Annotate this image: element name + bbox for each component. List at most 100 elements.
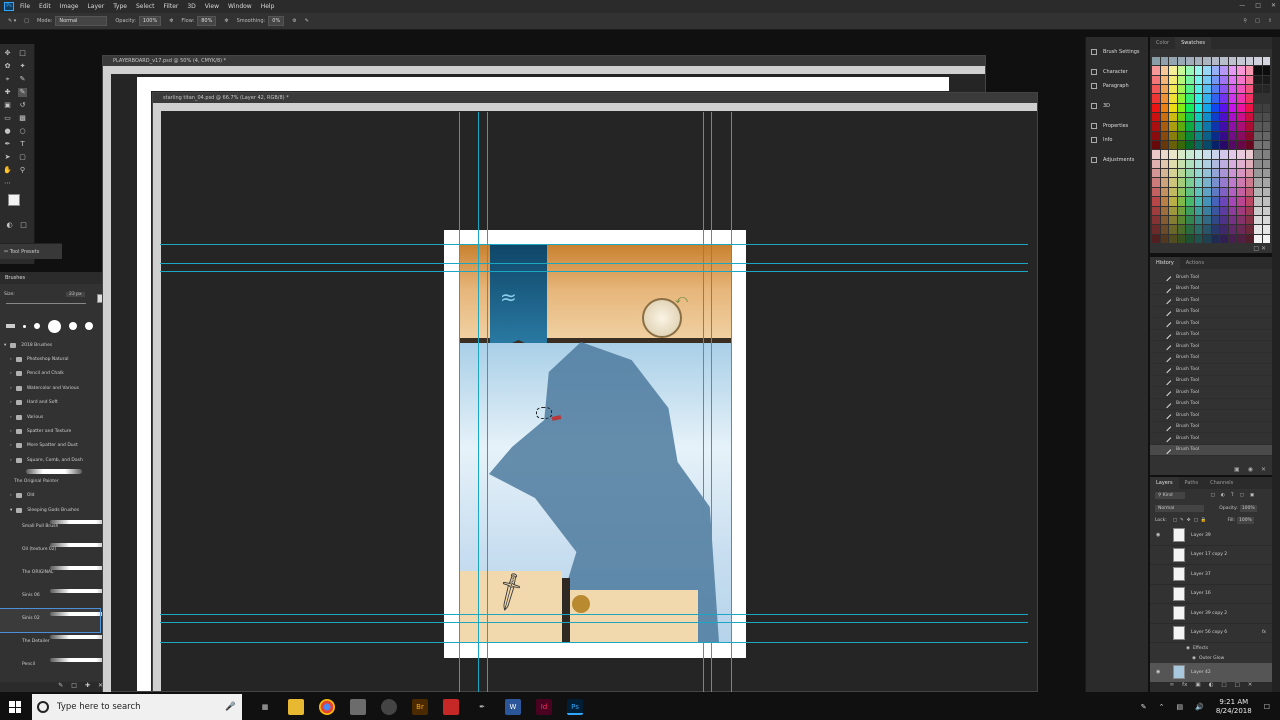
swatch-cell[interactable] — [1211, 178, 1219, 187]
swatch-cell[interactable] — [1160, 197, 1168, 206]
swatch-cell[interactable] — [1237, 187, 1245, 197]
menu-image[interactable]: Image — [60, 3, 79, 10]
swatch-cell[interactable] — [1211, 103, 1219, 113]
swatch-cell[interactable] — [1160, 122, 1168, 131]
swatch-cell[interactable] — [1169, 215, 1177, 225]
swatch-cell[interactable] — [1211, 75, 1219, 85]
swatch-cell[interactable] — [1203, 122, 1211, 131]
swatch-cell[interactable] — [1237, 66, 1245, 75]
swatch-cell[interactable] — [1237, 122, 1245, 131]
path-select-icon[interactable]: ➤ — [3, 153, 12, 162]
share-icon[interactable]: ⇧ — [1268, 18, 1272, 24]
menu-edit[interactable]: Edit — [39, 3, 51, 10]
swatch-cell[interactable] — [1194, 131, 1202, 141]
layer-row-active[interactable]: ◉ Layer 42 — [1150, 663, 1272, 683]
swatch-cell[interactable] — [1228, 113, 1236, 122]
swatch-cell[interactable] — [1186, 57, 1194, 66]
brush-item[interactable]: Small Pull Brush — [0, 517, 116, 540]
crop-tool-icon[interactable]: ⌖ — [3, 75, 12, 84]
menu-filter[interactable]: Filter — [164, 3, 179, 10]
swatch-cell[interactable] — [1237, 75, 1245, 85]
close-icon[interactable]: ✕ — [1271, 2, 1276, 9]
swatch-cell[interactable] — [1194, 187, 1202, 197]
swatch-cell[interactable] — [1152, 103, 1160, 113]
notifications-icon[interactable]: ☐ — [1264, 703, 1270, 711]
history-row[interactable]: Brush Tool — [1150, 433, 1272, 445]
swatch-cell[interactable] — [1262, 159, 1270, 169]
hand-tool-icon[interactable]: ✋ — [3, 166, 12, 175]
swatch-cell[interactable] — [1245, 159, 1253, 169]
swatch-cell[interactable] — [1194, 66, 1202, 75]
settings-gear-icon[interactable]: ⚙ — [292, 18, 296, 24]
swatch-cell[interactable] — [1245, 197, 1253, 206]
swatch-cell[interactable] — [1211, 85, 1219, 94]
new-group-icon[interactable]: □ — [1221, 682, 1226, 692]
swatch-cell[interactable] — [1228, 66, 1236, 75]
swatch-cell[interactable] — [1220, 122, 1228, 131]
swatch-cell[interactable] — [1228, 178, 1236, 187]
swatch-cell[interactable] — [1211, 197, 1219, 206]
swatch-cell[interactable] — [1160, 187, 1168, 197]
fill-input[interactable]: 100% — [1236, 517, 1254, 524]
swatch-cell[interactable] — [1254, 94, 1262, 103]
layer-row[interactable]: Layer 39 copy 2 — [1150, 604, 1272, 624]
network-icon[interactable]: ▤ — [1176, 703, 1183, 711]
swatch-cell[interactable] — [1152, 75, 1160, 85]
gradient-tool-icon[interactable]: ▩ — [18, 114, 27, 123]
swatch-cell[interactable] — [1245, 215, 1253, 225]
swatch-cell[interactable] — [1220, 66, 1228, 75]
layer-row[interactable]: Layer 56 copy 6 fx — [1150, 624, 1272, 643]
swatch-cell[interactable] — [1169, 169, 1177, 178]
swatch-cell[interactable] — [1194, 122, 1202, 131]
paragraph-panel-button[interactable]: Paragraph — [1086, 79, 1148, 93]
swatch-cell[interactable] — [1169, 197, 1177, 206]
swatch-cell[interactable] — [1186, 131, 1194, 141]
new-layer-icon[interactable]: □ — [1235, 682, 1240, 692]
marquee-tool-icon[interactable]: □ — [18, 49, 27, 58]
swatch-cell[interactable] — [1152, 215, 1160, 225]
add-style-icon[interactable]: fx — [1182, 682, 1187, 692]
swatch-cell[interactable] — [1262, 187, 1270, 197]
swatch-cell[interactable] — [1245, 57, 1253, 66]
brush-painter[interactable]: The Original Painter — [0, 468, 112, 489]
swatch-cell[interactable] — [1177, 57, 1185, 66]
taskbar-search-box[interactable]: Type here to search 🎤 — [32, 694, 242, 720]
swatch-cell[interactable] — [1203, 103, 1211, 113]
swatch-cell[interactable] — [1186, 215, 1194, 225]
blend-mode-select[interactable]: Normal — [1155, 505, 1205, 512]
swatch-cell[interactable] — [1262, 122, 1270, 131]
brush-folder-sleeping-gods[interactable]: ▾ Sleeping Gods Brushes — [0, 503, 112, 517]
clone-stamp-icon[interactable]: ▣ — [3, 101, 12, 110]
indesign-icon[interactable]: Id — [536, 699, 552, 715]
screen-mode-icon[interactable]: □ — [19, 221, 28, 230]
brush-panel-toggle-icon[interactable]: □ — [24, 18, 29, 24]
new-brush-footer-icon[interactable]: ✚ — [85, 682, 90, 692]
swatch-cell[interactable] — [1211, 122, 1219, 131]
swatch-cell[interactable] — [1177, 122, 1185, 131]
swatch-cell[interactable] — [1254, 234, 1262, 243]
adjustments-panel-button[interactable]: Adjustments — [1086, 153, 1148, 167]
brush-size-slider[interactable] — [6, 303, 86, 304]
swatch-cell[interactable] — [1220, 57, 1228, 66]
swatch-cell[interactable] — [1186, 141, 1194, 150]
swatch-cell[interactable] — [1262, 66, 1270, 75]
add-mask-icon[interactable]: ▣ — [1195, 682, 1200, 692]
guide-vertical[interactable] — [459, 112, 460, 692]
brush-item[interactable]: The ORIGINAL — [0, 563, 116, 586]
swatch-cell[interactable] — [1220, 85, 1228, 94]
swatch-cell[interactable] — [1228, 85, 1236, 94]
swatch-cell[interactable] — [1177, 94, 1185, 103]
swatch-cell[interactable] — [1186, 187, 1194, 197]
swatch-cell[interactable] — [1177, 178, 1185, 187]
foreground-color-swatch[interactable] — [8, 194, 20, 206]
tab-swatches[interactable]: Swatches — [1175, 37, 1211, 49]
swatch-cell[interactable] — [1237, 169, 1245, 178]
recent-brush-6[interactable] — [85, 322, 93, 330]
swatch-cell[interactable] — [1211, 187, 1219, 197]
swatch-cell[interactable] — [1186, 197, 1194, 206]
swatch-cell[interactable] — [1152, 197, 1160, 206]
swatch-cell[interactable] — [1228, 131, 1236, 141]
swatch-cell[interactable] — [1245, 122, 1253, 131]
swatch-cell[interactable] — [1228, 159, 1236, 169]
swatch-cell[interactable] — [1203, 234, 1211, 243]
